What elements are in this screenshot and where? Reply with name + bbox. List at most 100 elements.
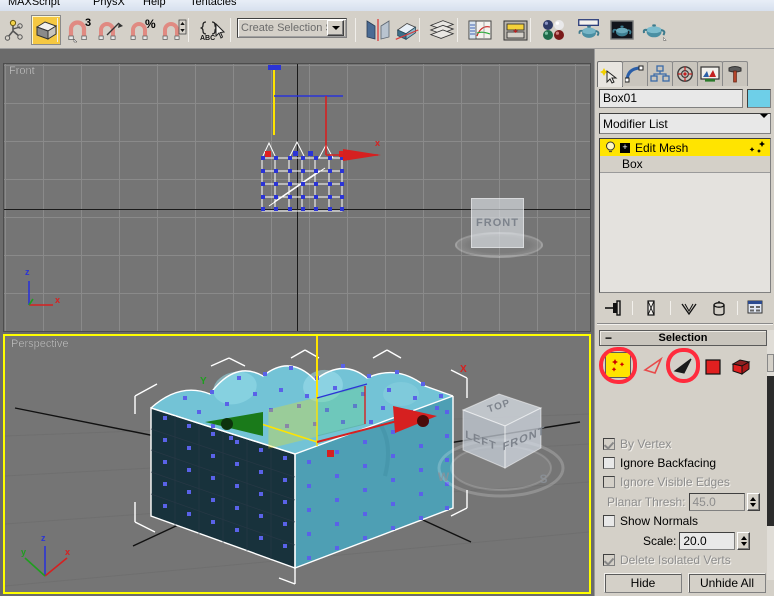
persp-axis-z-label: z xyxy=(41,533,46,543)
planar-threshold-spinner[interactable]: Planar Thresh: 45.0 xyxy=(607,492,760,511)
perspective-viewport[interactable]: X Y TOP LEFT FRONT W S z x y Perspective xyxy=(3,334,591,594)
element-sub-object-button[interactable] xyxy=(730,356,752,378)
ignore-backfacing-checkbox-box[interactable] xyxy=(603,456,615,469)
scrollbar-thumb[interactable] xyxy=(767,354,774,372)
material-editor-button[interactable] xyxy=(538,15,568,45)
normals-scale-spinner[interactable]: Scale: 20.0 xyxy=(643,531,751,550)
stack-item-label: Box xyxy=(622,157,643,171)
show-normals-label: Show Normals xyxy=(620,513,699,528)
object-color-swatch[interactable] xyxy=(747,89,771,108)
render-production-button[interactable] xyxy=(640,15,670,45)
create-tab[interactable] xyxy=(597,61,623,87)
utilities-tab[interactable] xyxy=(722,61,748,86)
schematic-view-button[interactable] xyxy=(500,15,530,45)
front-viewcube[interactable]: FRONT xyxy=(455,196,543,258)
face-sub-object-button[interactable] xyxy=(672,355,694,377)
ignore-visible-edges-checkbox[interactable]: Ignore Visible Edges xyxy=(603,474,730,489)
stack-item-box[interactable]: Box xyxy=(600,156,770,173)
mirror-button[interactable] xyxy=(363,15,393,45)
svg-text:%: % xyxy=(145,17,156,31)
menu-item-help[interactable]: Help xyxy=(143,0,166,8)
curve-editor-icon xyxy=(468,20,492,40)
normals-scale-stepper[interactable] xyxy=(737,531,751,550)
expand-modifier-icon[interactable]: + xyxy=(620,142,630,153)
modify-tab[interactable] xyxy=(622,61,648,86)
normals-scale-label: Scale: xyxy=(643,533,677,548)
normals-scale-value[interactable]: 20.0 xyxy=(679,531,736,550)
snaps-toggle-button[interactable]: 3 xyxy=(65,15,95,45)
delete-isolated-verts-checkbox-box[interactable] xyxy=(603,553,615,566)
hide-button-label: Hide xyxy=(630,576,656,590)
menu-item-physx[interactable]: PhysX xyxy=(93,0,125,8)
perspective-viewcube[interactable]: TOP LEFT FRONT W S xyxy=(433,384,583,514)
modifier-list-dropdown[interactable]: Modifier List xyxy=(599,113,771,134)
ignore-visible-edges-checkbox-box[interactable] xyxy=(603,475,615,488)
modifier-stack[interactable]: + Edit Mesh Box xyxy=(599,138,771,293)
percent-snap-toggle-button[interactable]: % xyxy=(128,15,158,45)
unhide-all-button-label: Unhide All xyxy=(699,576,755,590)
front-axis-x-label: x xyxy=(55,295,61,305)
bind-to-space-warp-button[interactable] xyxy=(2,15,32,45)
hierarchy-tab[interactable] xyxy=(647,61,673,86)
svg-text:Y: Y xyxy=(200,376,207,387)
menu-item-tentacles[interactable]: Tentacles xyxy=(190,0,236,8)
planar-threshold-value[interactable]: 45.0 xyxy=(688,492,745,511)
delete-isolated-verts-checkbox[interactable]: Delete Isolated Verts xyxy=(603,552,731,567)
pin-stack-button[interactable] xyxy=(603,298,625,318)
collapse-icon[interactable]: − xyxy=(604,332,613,344)
planar-threshold-stepper[interactable] xyxy=(746,492,760,511)
angle-snap-toggle-button[interactable] xyxy=(96,15,126,45)
perspective-viewport-label: Perspective xyxy=(11,338,69,350)
object-name-field[interactable]: Box01 xyxy=(599,89,743,108)
make-unique-button[interactable] xyxy=(678,298,700,318)
render-setup-button[interactable] xyxy=(574,15,604,45)
create-selection-set-combo[interactable]: Create Selection Set xyxy=(237,18,347,38)
unhide-all-button[interactable]: Unhide All xyxy=(688,573,766,593)
layer-manager-button[interactable] xyxy=(427,15,457,45)
hide-button[interactable]: Hide xyxy=(604,573,682,593)
front-viewcube-face[interactable]: FRONT xyxy=(471,198,524,248)
create-selection-set-value: Create Selection Set xyxy=(241,22,327,34)
selection-rollout-header[interactable]: − Selection xyxy=(599,330,767,346)
command-panel-tabs xyxy=(597,61,753,87)
by-vertex-checkbox-box[interactable] xyxy=(603,437,615,450)
by-vertex-checkbox[interactable]: By Vertex xyxy=(603,436,671,451)
front-axis-z-label: z xyxy=(25,267,30,277)
align-button[interactable] xyxy=(392,15,422,45)
menu-bar: MAXScript PhysX Help Tentacles xyxy=(0,0,774,11)
lightbulb-icon[interactable] xyxy=(604,141,617,154)
mirror-icon xyxy=(366,19,390,41)
front-viewport[interactable]: x FRONT z x Front xyxy=(3,63,591,332)
spinner-snap-toggle-button[interactable] xyxy=(160,15,190,45)
sub-object-level-row xyxy=(599,347,764,384)
by-vertex-label: By Vertex xyxy=(620,436,672,451)
modifier-stack-toolbar xyxy=(599,297,771,319)
spinner-snap-icon xyxy=(162,19,187,40)
scrollbar-track[interactable] xyxy=(767,376,774,526)
ignore-visible-edges-label: Ignore Visible Edges xyxy=(620,474,730,489)
vertex-sub-object-button[interactable] xyxy=(605,352,631,378)
display-tab[interactable] xyxy=(697,61,723,86)
curve-modify-icon xyxy=(625,65,644,83)
persp-axis-y-label: y xyxy=(21,547,27,557)
command-panel-scrollbar[interactable] xyxy=(767,330,774,580)
motion-tab[interactable] xyxy=(672,61,698,86)
stack-item-edit-mesh[interactable]: + Edit Mesh xyxy=(600,139,770,156)
rendered-frame-window-button[interactable] xyxy=(607,15,637,45)
show-end-result-button[interactable] xyxy=(640,298,662,318)
chevron-down-icon[interactable] xyxy=(327,20,344,36)
show-normals-checkbox[interactable]: Show Normals xyxy=(603,513,698,528)
modifier-list-chevron-down-icon[interactable] xyxy=(760,118,768,130)
vertex-icon xyxy=(611,359,625,372)
curve-editor-button[interactable] xyxy=(465,15,495,45)
edge-icon xyxy=(643,356,663,374)
remove-modifier-button[interactable] xyxy=(708,298,730,318)
ignore-backfacing-checkbox[interactable]: Ignore Backfacing xyxy=(603,455,716,470)
menu-item-maxscript[interactable]: MAXScript xyxy=(8,0,60,8)
named-selection-sets-button[interactable]: ABC xyxy=(196,15,226,45)
polygon-sub-object-button[interactable] xyxy=(704,358,722,376)
configure-modifier-sets-button[interactable] xyxy=(745,298,767,318)
trash-icon xyxy=(712,301,725,316)
edge-sub-object-button[interactable] xyxy=(642,355,664,377)
show-normals-checkbox-box[interactable] xyxy=(603,514,615,527)
